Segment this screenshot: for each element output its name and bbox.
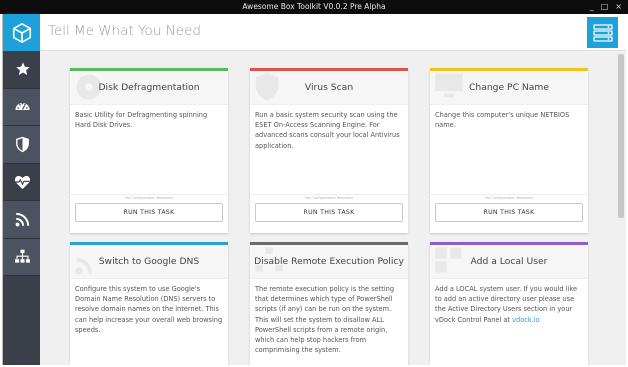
- hamburger-menu-icon: [592, 23, 613, 42]
- sidebar-item-directory[interactable]: [3, 238, 40, 276]
- rss-feed-icon: [15, 212, 30, 227]
- title-bar: Awesome Box Toolkit V0.0.2 Pre Alpha _ □…: [0, 0, 628, 14]
- card-color-bar: [70, 68, 228, 71]
- card-color-bar: [430, 242, 588, 245]
- card-title: Disable Remote Execution Policy: [254, 256, 404, 267]
- app-window: Awesome Box Toolkit V0.0.2 Pre Alpha _ □…: [0, 0, 628, 367]
- card-description: Configure this system to use Google's Do…: [75, 285, 223, 334]
- task-card-remote-execution: Disable Remote Execution Policy The remo…: [250, 242, 408, 365]
- card-header: Disk Defragmentation: [70, 68, 228, 105]
- sidebar-item-network[interactable]: [3, 201, 40, 239]
- card-description: Run a basic system security scan using t…: [255, 111, 400, 150]
- cube-icon: [12, 22, 31, 43]
- card-description: Basic Utility for Defragmenting spinning…: [75, 111, 208, 130]
- minimize-button[interactable]: _: [590, 0, 594, 14]
- card-header: Add a Local User: [430, 242, 588, 279]
- sidebar-item-security[interactable]: [3, 126, 40, 164]
- menu-button[interactable]: [587, 17, 618, 48]
- header: Tell Me What You Need: [40, 14, 626, 51]
- card-title: Add a Local User: [470, 256, 548, 267]
- sidebar-item-dashboard[interactable]: [3, 88, 40, 126]
- task-card-virus-scan: Virus Scan Run a basic system security s…: [250, 68, 408, 233]
- card-header: Switch to Google DNS: [70, 242, 228, 279]
- app-logo[interactable]: [3, 14, 40, 51]
- card-header: Virus Scan: [250, 68, 408, 105]
- card-color-bar: [430, 68, 588, 71]
- task-grid: Disk Defragmentation Basic Utility for D…: [40, 52, 616, 365]
- content-scrollbar[interactable]: [616, 52, 626, 365]
- card-title: Switch to Google DNS: [98, 256, 200, 267]
- card-footer: No Configuration Required RUN THIS TASK: [250, 194, 408, 233]
- dashboard-gauge-icon: [15, 103, 30, 111]
- config-note: No Configuration Required: [70, 194, 228, 200]
- page-title: Tell Me What You Need: [48, 23, 201, 39]
- task-card-change-pc-name: Change PC Name Change this computer's un…: [430, 68, 588, 233]
- card-color-bar: [70, 242, 228, 245]
- sidebar-item-health[interactable]: [3, 164, 40, 201]
- card-header: Change PC Name: [430, 68, 588, 105]
- scroll-thumb[interactable]: [618, 54, 624, 218]
- sidebar: [3, 51, 40, 365]
- close-button[interactable]: ×: [615, 0, 622, 14]
- card-title: Disk Defragmentation: [98, 82, 200, 93]
- star-icon: [15, 62, 30, 76]
- task-card-add-local-user: Add a Local User Add a LOCAL system user…: [430, 242, 588, 365]
- run-task-button[interactable]: RUN THIS TASK: [255, 203, 403, 222]
- card-color-bar: [250, 68, 408, 71]
- card-footer: No Configuration Required RUN THIS TASK: [70, 194, 228, 233]
- card-description-text: Add a LOCAL system user. If you would li…: [435, 285, 578, 324]
- run-task-button[interactable]: RUN THIS TASK: [435, 203, 583, 222]
- app-body: Tell Me What You Need Disk Defragmentati…: [2, 14, 626, 365]
- card-title: Change PC Name: [468, 82, 550, 93]
- task-card-disk-defrag: Disk Defragmentation Basic Utility for D…: [70, 68, 228, 233]
- sidebar-item-favorites[interactable]: [3, 51, 40, 89]
- window-title: Awesome Box Toolkit V0.0.2 Pre Alpha: [242, 2, 386, 11]
- shield-icon: [16, 136, 29, 153]
- network-sitemap-icon: [15, 249, 30, 263]
- run-task-button[interactable]: RUN THIS TASK: [75, 203, 223, 222]
- heart-pulse-icon: [14, 175, 31, 189]
- config-note: No Configuration Required: [250, 194, 408, 200]
- maximize-button[interactable]: □: [601, 0, 609, 14]
- card-description: Add a LOCAL system user. If you would li…: [430, 279, 588, 325]
- card-title: Virus Scan: [304, 82, 354, 93]
- card-description: The remote execution policy is the setti…: [255, 285, 395, 355]
- card-footer: No Configuration Required RUN THIS TASK: [430, 194, 588, 233]
- window-controls: _ □ ×: [590, 0, 622, 14]
- vdock-link[interactable]: vdock.io: [512, 316, 540, 324]
- card-description: Change this computer's unique NETBIOS na…: [435, 111, 570, 130]
- card-header: Disable Remote Execution Policy: [250, 242, 408, 279]
- config-note: No Configuration Required: [430, 194, 588, 200]
- card-color-bar: [250, 242, 408, 245]
- task-card-google-dns: Switch to Google DNS Configure this syst…: [70, 242, 228, 365]
